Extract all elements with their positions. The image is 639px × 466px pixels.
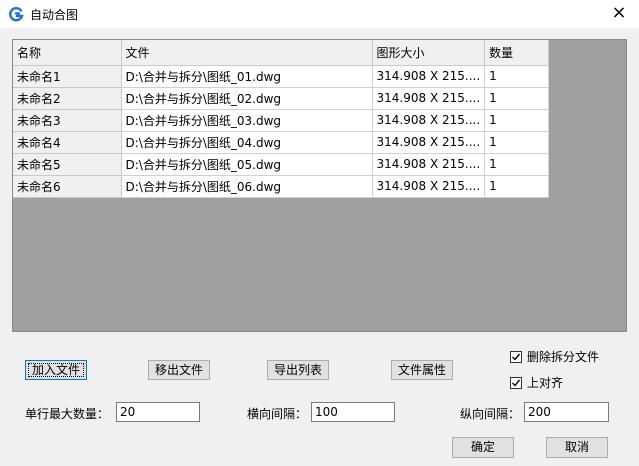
cell-name[interactable]: 未命名1	[13, 65, 122, 88]
delete-split-files-label: 删除拆分文件	[527, 350, 600, 364]
checkmark-icon	[512, 353, 521, 361]
cell-size[interactable]: 314.908 X 215....	[372, 65, 486, 88]
table-row[interactable]: 未命名5 D:\合并与拆分\图纸_05.dwg 314.908 X 215...…	[13, 153, 550, 176]
table-row[interactable]: 未命名6 D:\合并与拆分\图纸_06.dwg 314.908 X 215...…	[13, 175, 550, 198]
export-list-button[interactable]: 导出列表	[267, 360, 329, 380]
checkbox-box[interactable]	[510, 350, 522, 363]
cell-name[interactable]: 未命名5	[13, 153, 122, 176]
column-header-name[interactable]: 名称	[13, 40, 122, 66]
cell-count[interactable]: 1	[484, 65, 550, 88]
table-row[interactable]: 未命名1 D:\合并与拆分\图纸_01.dwg 314.908 X 215...…	[13, 65, 550, 88]
vertical-spacing-input[interactable]: 200	[524, 402, 609, 422]
delete-split-files-checkbox[interactable]: 删除拆分文件	[510, 348, 599, 365]
cell-size[interactable]: 314.908 X 215....	[372, 87, 486, 110]
horizontal-spacing-label: 横向间隔：	[247, 407, 308, 421]
cell-name[interactable]: 未命名2	[13, 87, 122, 110]
file-table: 名称 文件 图形大小 数量 未命名1 D:\合并与拆分\图纸_01.dwg 31…	[13, 40, 550, 198]
cell-file[interactable]: D:\合并与拆分\图纸_06.dwg	[121, 175, 373, 198]
cell-file[interactable]: D:\合并与拆分\图纸_04.dwg	[121, 131, 373, 154]
cell-count[interactable]: 1	[484, 153, 550, 176]
cell-name[interactable]: 未命名6	[13, 175, 122, 198]
column-header-size[interactable]: 图形大小	[372, 40, 486, 66]
cell-name[interactable]: 未命名4	[13, 131, 122, 154]
cell-size[interactable]: 314.908 X 215....	[372, 153, 486, 176]
vertical-spacing-label: 纵向间隔：	[460, 407, 521, 421]
cell-file[interactable]: D:\合并与拆分\图纸_05.dwg	[121, 153, 373, 176]
file-grid[interactable]: 名称 文件 图形大小 数量 未命名1 D:\合并与拆分\图纸_01.dwg 31…	[12, 39, 627, 332]
align-top-label: 上对齐	[527, 376, 564, 390]
cell-size[interactable]: 314.908 X 215....	[372, 131, 486, 154]
window-title: 自动合图	[30, 8, 79, 22]
checkbox-box[interactable]	[510, 376, 522, 389]
column-header-count[interactable]: 数量	[484, 40, 550, 66]
app-logo-icon	[9, 7, 24, 22]
checkmark-icon	[512, 379, 521, 387]
max-per-row-input[interactable]: 20	[116, 402, 200, 422]
table-row[interactable]: 未命名2 D:\合并与拆分\图纸_02.dwg 314.908 X 215...…	[13, 87, 550, 110]
column-header-file[interactable]: 文件	[121, 40, 373, 66]
cell-name[interactable]: 未命名3	[13, 109, 122, 132]
file-properties-button[interactable]: 文件属性	[391, 360, 453, 380]
align-top-checkbox[interactable]: 上对齐	[510, 374, 563, 391]
close-icon: ×	[611, 2, 627, 23]
cell-file[interactable]: D:\合并与拆分\图纸_01.dwg	[121, 65, 373, 88]
cell-size[interactable]: 314.908 X 215....	[372, 175, 486, 198]
cancel-button[interactable]: 取消	[546, 437, 608, 458]
cell-count[interactable]: 1	[484, 87, 550, 110]
title-bar: 自动合图 ×	[0, 0, 639, 28]
remove-file-button[interactable]: 移出文件	[148, 360, 210, 380]
close-button[interactable]: ×	[609, 4, 629, 24]
max-per-row-label: 单行最大数量：	[25, 407, 110, 421]
cell-size[interactable]: 314.908 X 215....	[372, 109, 486, 132]
horizontal-spacing-input[interactable]: 100	[311, 402, 395, 422]
table-row[interactable]: 未命名4 D:\合并与拆分\图纸_04.dwg 314.908 X 215...…	[13, 131, 550, 154]
cell-file[interactable]: D:\合并与拆分\图纸_02.dwg	[121, 87, 373, 110]
cell-count[interactable]: 1	[484, 131, 550, 154]
table-row[interactable]: 未命名3 D:\合并与拆分\图纸_03.dwg 314.908 X 215...…	[13, 109, 550, 132]
add-file-button[interactable]: 加入文件	[25, 360, 87, 380]
cell-file[interactable]: D:\合并与拆分\图纸_03.dwg	[121, 109, 373, 132]
cell-count[interactable]: 1	[484, 175, 550, 198]
cell-count[interactable]: 1	[484, 109, 550, 132]
ok-button[interactable]: 确定	[452, 437, 514, 458]
table-header-row: 名称 文件 图形大小 数量	[13, 40, 550, 66]
